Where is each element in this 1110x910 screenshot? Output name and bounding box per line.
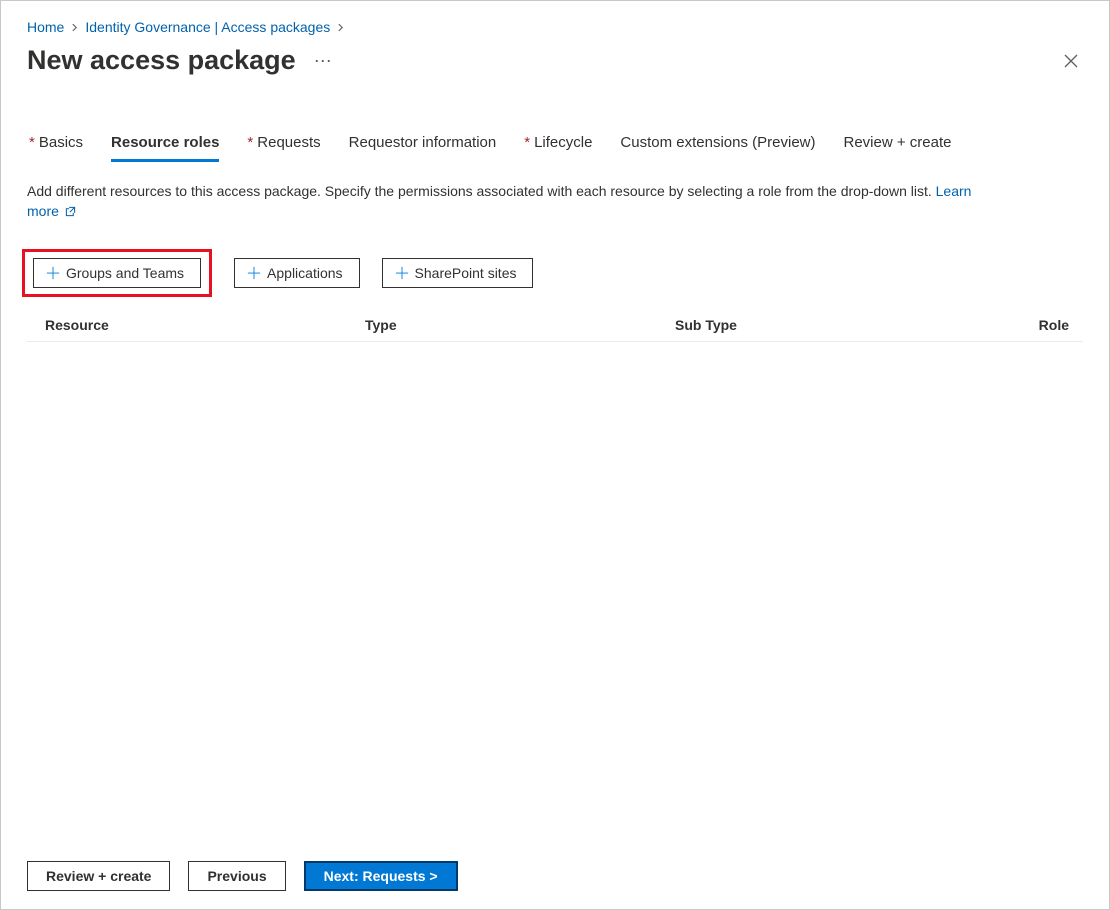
add-btn-label: Applications [267, 265, 343, 281]
tab-label: Basics [39, 134, 83, 151]
col-role: Role [985, 317, 1073, 333]
tabs: * Basics Resource roles * Requests Reque… [27, 130, 1083, 162]
add-resource-row: Groups and Teams Applications SharePoint… [33, 249, 1083, 297]
more-actions-button[interactable]: ⋯ [310, 50, 336, 72]
tab-review-create[interactable]: Review + create [844, 130, 952, 162]
col-subtype: Sub Type [675, 317, 985, 333]
tab-label: Resource roles [111, 134, 219, 151]
tab-lifecycle[interactable]: * Lifecycle [524, 130, 592, 162]
tab-label: Requests [257, 134, 320, 151]
required-star-icon: * [29, 134, 35, 151]
add-applications-button[interactable]: Applications [234, 258, 360, 288]
tab-label: Requestor information [349, 134, 497, 151]
tab-requests[interactable]: * Requests [247, 130, 320, 162]
page-title: New access package [27, 45, 296, 76]
highlight-box: Groups and Teams [22, 249, 212, 297]
description-body: Add different resources to this access p… [27, 183, 936, 199]
breadcrumb: Home Identity Governance | Access packag… [27, 19, 1083, 35]
header-row: New access package ⋯ [27, 45, 1083, 76]
chevron-right-icon [70, 23, 79, 32]
tab-label: Lifecycle [534, 134, 592, 151]
required-star-icon: * [524, 134, 530, 151]
tab-custom-extensions[interactable]: Custom extensions (Preview) [620, 130, 815, 162]
close-button[interactable] [1059, 49, 1083, 73]
plus-icon [395, 266, 409, 280]
chevron-right-icon [336, 23, 345, 32]
resource-table-header: Resource Type Sub Type Role [27, 311, 1083, 342]
col-resource: Resource [45, 317, 365, 333]
tab-resource-roles[interactable]: Resource roles [111, 130, 219, 162]
page-title-wrap: New access package ⋯ [27, 45, 336, 76]
tab-label: Review + create [844, 134, 952, 151]
col-type: Type [365, 317, 675, 333]
plus-icon [46, 266, 60, 280]
breadcrumb-home[interactable]: Home [27, 19, 64, 35]
main-area: Home Identity Governance | Access packag… [1, 1, 1109, 849]
add-btn-label: Groups and Teams [66, 265, 184, 281]
add-btn-label: SharePoint sites [415, 265, 517, 281]
add-sharepoint-sites-button[interactable]: SharePoint sites [382, 258, 534, 288]
breadcrumb-section[interactable]: Identity Governance | Access packages [85, 19, 330, 35]
external-link-icon [63, 203, 76, 219]
plus-icon [247, 266, 261, 280]
close-icon [1063, 53, 1079, 69]
tab-requestor-information[interactable]: Requestor information [349, 130, 497, 162]
tab-label: Custom extensions (Preview) [620, 134, 815, 151]
tab-basics[interactable]: * Basics [29, 130, 83, 162]
next-requests-button[interactable]: Next: Requests > [304, 861, 458, 891]
required-star-icon: * [247, 134, 253, 151]
page-frame: Home Identity Governance | Access packag… [0, 0, 1110, 910]
footer: Review + create Previous Next: Requests … [1, 849, 1109, 909]
review-create-button[interactable]: Review + create [27, 861, 170, 891]
description-text: Add different resources to this access p… [27, 182, 997, 221]
add-groups-teams-button[interactable]: Groups and Teams [33, 258, 201, 288]
previous-button[interactable]: Previous [188, 861, 285, 891]
